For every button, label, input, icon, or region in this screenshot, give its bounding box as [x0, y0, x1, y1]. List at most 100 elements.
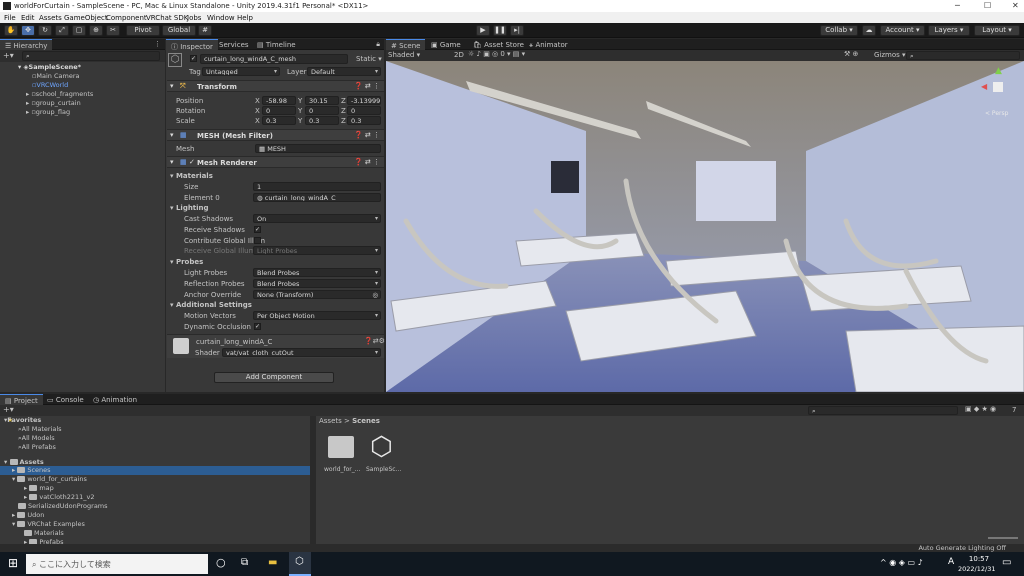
folder-world-for-curtains[interactable]: ▾ world_for_curtains	[12, 475, 87, 483]
menu-help[interactable]: Help	[237, 14, 253, 22]
favorites-foldout[interactable]: ▾ ★ Favorites	[4, 416, 41, 424]
menu-vrchat-sdk[interactable]: VRChat SDK	[146, 14, 188, 22]
component-options-icon[interactable]: ❓ ⇄ ⋮	[354, 158, 380, 166]
pause-button[interactable]: ❚❚	[493, 25, 507, 36]
position-x-field[interactable]: -58.98	[262, 96, 296, 105]
menu-edit[interactable]: Edit	[21, 14, 35, 22]
task-view-icon[interactable]: ⧉	[241, 557, 248, 568]
tray-icons[interactable]: ^ ◉ ◈ ▭ ♪	[880, 558, 923, 567]
breadcrumb-leaf[interactable]: Scenes	[352, 417, 380, 425]
hierarchy-search-input[interactable]: ⌕	[22, 51, 160, 61]
file-explorer-icon[interactable]: ▬	[268, 557, 277, 568]
position-z-field[interactable]: -3.139999	[347, 96, 381, 105]
layout-dropdown[interactable]: Layout ▾	[974, 25, 1020, 36]
hand-tool-icon[interactable]: ✋	[4, 25, 18, 36]
panel-menu-icon[interactable]: ⋮	[154, 40, 161, 48]
create-asset-button[interactable]: +▾	[3, 405, 14, 414]
static-toggle[interactable]: Static ▾	[356, 55, 382, 63]
receive-shadows-checkbox[interactable]: ✓	[254, 226, 261, 233]
layers-dropdown[interactable]: Layers ▾	[928, 25, 970, 36]
clock-time[interactable]: 10:57	[964, 555, 994, 563]
probes-foldout[interactable]: ▾ Probes	[170, 258, 203, 266]
lock-icon[interactable]: 🔒︎	[376, 40, 380, 49]
position-y-field[interactable]: 30.15	[305, 96, 339, 105]
lighting-foldout[interactable]: ▾ Lighting	[170, 204, 209, 212]
folder-udon[interactable]: ▸ Udon	[12, 511, 44, 519]
object-name-input[interactable]: curtain_long_windA_C_mesh	[200, 54, 348, 64]
active-checkbox[interactable]: ✓	[190, 55, 197, 62]
project-search-input[interactable]: ⌕	[808, 406, 958, 415]
transform-header[interactable]: ▾ ⤧ Transform ❓ ⇄ ⋮	[167, 80, 384, 92]
lighting-status[interactable]: Auto Generate Lighting Off	[918, 544, 1006, 552]
tab-animator[interactable]: ⚹ Animator	[524, 39, 573, 50]
size-field[interactable]: 1	[253, 182, 381, 191]
rect-tool-icon[interactable]: ▢	[72, 25, 86, 36]
favorite-item[interactable]: ⌕ All Prefabs	[18, 443, 56, 452]
anchor-override-field[interactable]: None (Transform) ◎	[253, 290, 381, 299]
tab-services[interactable]: Services	[214, 39, 254, 50]
menu-gameobject[interactable]: GameObject	[64, 14, 108, 22]
hierarchy-item[interactable]: ▫ Main Camera	[32, 72, 80, 80]
material-object-field[interactable]: ◍ curtain_long_windA_C	[253, 193, 381, 202]
receive-gi-dropdown[interactable]: Light Probes	[253, 246, 381, 255]
dynamic-occlusion-checkbox[interactable]: ✓	[254, 323, 261, 330]
windows-start-icon[interactable]: ⊞	[8, 556, 18, 570]
minimize-icon[interactable]: ─	[955, 1, 960, 10]
collab-button[interactable]: Collab ▾	[820, 25, 858, 36]
favorite-item[interactable]: ⌕ All Models	[18, 434, 55, 443]
menu-window[interactable]: Window	[207, 14, 235, 22]
menu-assets[interactable]: Assets	[39, 14, 62, 22]
maximize-icon[interactable]: ☐	[984, 1, 991, 10]
grid-snap-icon[interactable]: #	[198, 25, 212, 36]
tab-animation[interactable]: ◷ Animation	[88, 394, 142, 405]
clock-date[interactable]: 2022/12/31	[958, 565, 995, 573]
layer-dropdown[interactable]: Default	[307, 67, 381, 76]
rotation-x-field[interactable]: 0	[262, 106, 296, 115]
mesh-object-field[interactable]: ▦ MESH	[255, 144, 381, 153]
close-icon[interactable]: ✕	[1012, 1, 1019, 10]
cloud-icon[interactable]: ☁	[862, 25, 876, 36]
notification-icon[interactable]: ▭	[1002, 557, 1011, 568]
tab-inspector[interactable]: ⓘ Inspector	[166, 39, 218, 51]
menu-file[interactable]: File	[4, 14, 16, 22]
assets-foldout[interactable]: ▾ Assets	[4, 458, 44, 466]
scene-search-input[interactable]: ⌕	[906, 51, 1020, 60]
ime-indicator[interactable]: A	[948, 557, 954, 567]
unity-taskbar-button[interactable]: ⬡	[289, 552, 311, 576]
folder-map[interactable]: ▸ map	[24, 484, 54, 492]
breadcrumb-root[interactable]: Assets	[319, 417, 342, 425]
enabled-checkbox[interactable]: ✓	[189, 158, 195, 166]
scale-y-field[interactable]: 0.3	[305, 116, 339, 125]
folder-icon[interactable]	[328, 436, 354, 458]
tools-icon[interactable]: ⚒ ⊕	[844, 50, 858, 58]
gizmos-dropdown[interactable]: Gizmos ▾	[874, 51, 906, 59]
tab-timeline[interactable]: ▤ Timeline	[252, 39, 301, 50]
folder-materials[interactable]: Materials	[24, 529, 64, 537]
rotation-z-field[interactable]: 0	[347, 106, 381, 115]
create-button[interactable]: +▾	[3, 51, 14, 60]
scene-viewport[interactable]	[386, 61, 1024, 392]
meshrenderer-header[interactable]: ▾ ▦ ✓ Mesh Renderer ❓ ⇄ ⋮	[167, 156, 384, 168]
account-dropdown[interactable]: Account ▾	[880, 25, 925, 36]
play-button[interactable]: ▶	[476, 25, 490, 36]
2d-toggle[interactable]: 2D	[454, 51, 464, 59]
folder-scenes[interactable]: ▸ Scenes	[12, 466, 51, 474]
cast-shadows-dropdown[interactable]: On	[253, 214, 381, 223]
hierarchy-item[interactable]: ▸ ▫ group_curtain	[26, 99, 81, 107]
tab-asset-store[interactable]: 🛍︎ Asset Store	[468, 39, 529, 50]
scale-tool-icon[interactable]: ⤢	[55, 25, 69, 36]
hierarchy-item[interactable]: ▫ VRCWorld	[32, 81, 68, 89]
contribute-gi-checkbox[interactable]	[254, 237, 261, 244]
global-toggle[interactable]: Global	[162, 25, 196, 36]
tab-game[interactable]: ▣ Game	[426, 39, 466, 50]
tab-hierarchy[interactable]: ☰ Hierarchy	[0, 39, 53, 50]
object-picker-icon[interactable]: ◎	[372, 291, 378, 298]
folder-vatcloth[interactable]: ▸ vatCloth2211_v2	[24, 493, 95, 501]
light-probes-dropdown[interactable]: Blend Probes	[253, 268, 381, 277]
scene-root[interactable]: ▾ ◈ SampleScene*	[18, 63, 81, 71]
tag-dropdown[interactable]: Untagged	[202, 67, 280, 76]
shading-mode-dropdown[interactable]: Shaded ▾	[388, 51, 420, 59]
foldout-icon[interactable]: ▾	[170, 158, 174, 166]
icon-size-slider[interactable]	[988, 537, 1018, 539]
perspective-label[interactable]: < Persp	[985, 110, 1008, 117]
